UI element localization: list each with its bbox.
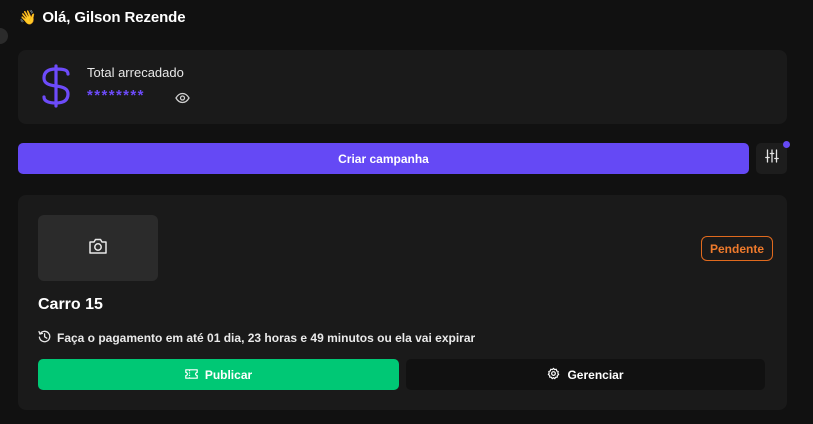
eye-icon[interactable] (175, 91, 190, 109)
ticket-icon (185, 368, 198, 382)
balance-card: Total arrecadado ******** (18, 50, 787, 124)
filter-button[interactable] (756, 143, 787, 174)
balance-value: ******** (87, 87, 145, 104)
sidebar-toggle-handle[interactable] (0, 28, 8, 44)
waving-hand-icon: 👋 (19, 9, 37, 25)
camera-icon (88, 237, 108, 260)
filter-active-indicator (783, 141, 790, 148)
sliders-icon (764, 149, 779, 168)
campaign-card[interactable]: Pendente Carro 15 Faça o pagamento em at… (18, 195, 787, 410)
manage-button[interactable]: Gerenciar (406, 359, 765, 390)
manage-label: Gerenciar (567, 367, 624, 382)
publish-button[interactable]: Publicar (38, 359, 399, 390)
status-badge: Pendente (701, 236, 774, 261)
campaign-title: Carro 15 (38, 296, 103, 313)
history-icon (38, 330, 51, 346)
payment-deadline: Faça o pagamento em até 01 dia, 23 horas… (38, 330, 475, 346)
balance-label: Total arrecadado (87, 65, 184, 80)
campaign-thumbnail[interactable] (38, 215, 158, 281)
deadline-text: Faça o pagamento em até 01 dia, 23 horas… (57, 331, 476, 345)
dollar-icon (39, 64, 73, 113)
gear-icon (547, 367, 560, 383)
greeting-text: Olá, Gilson Rezende (42, 9, 186, 26)
greeting: 👋 Olá, Gilson Rezende (19, 9, 186, 26)
create-campaign-button[interactable]: Criar campanha (18, 143, 749, 174)
publish-label: Publicar (204, 367, 253, 382)
